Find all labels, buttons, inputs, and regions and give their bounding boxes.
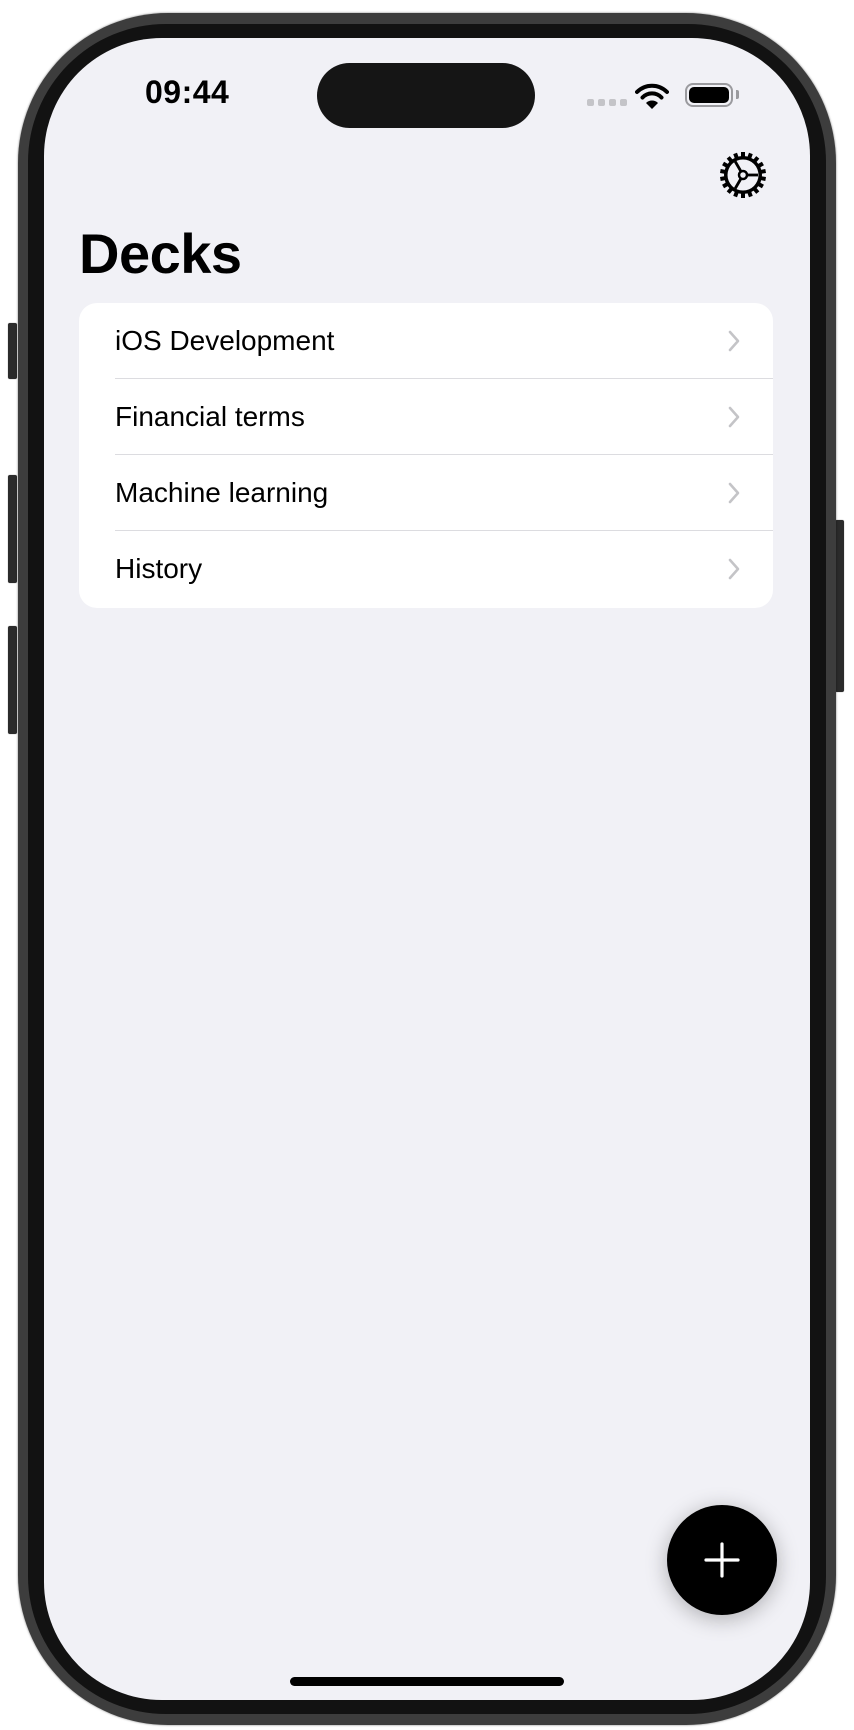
battery-level <box>689 87 729 103</box>
action-button <box>8 323 17 379</box>
deck-label: History <box>115 553 203 584</box>
add-deck-button[interactable] <box>667 1505 777 1615</box>
home-indicator[interactable] <box>290 1677 564 1686</box>
app-screen: 09:44 Decks iOS Development Financial te… <box>44 38 810 1700</box>
status-time: 09:44 <box>145 74 230 110</box>
chevron-right-icon <box>728 482 740 504</box>
deck-label: Machine learning <box>115 477 329 508</box>
deck-label: Financial terms <box>115 401 305 432</box>
deck-row-ios-development[interactable]: iOS Development <box>79 303 773 379</box>
deck-row-financial-terms[interactable]: Financial terms <box>79 379 773 455</box>
deck-row-machine-learning[interactable]: Machine learning <box>79 455 773 531</box>
chevron-right-icon <box>728 330 740 352</box>
plus-icon <box>704 1542 740 1578</box>
settings-button[interactable] <box>716 148 770 202</box>
deck-row-history[interactable]: History <box>79 531 773 607</box>
power-button <box>835 520 844 692</box>
battery-tip <box>736 90 739 99</box>
dynamic-island <box>317 63 535 128</box>
wifi-icon <box>635 83 669 109</box>
volume-up-button <box>8 475 17 583</box>
volume-down-button <box>8 626 17 734</box>
gear-icon <box>720 152 766 198</box>
deck-label: iOS Development <box>115 325 335 356</box>
battery-icon <box>685 83 733 107</box>
chevron-right-icon <box>728 406 740 428</box>
deck-list: iOS Development Financial terms Machine … <box>79 303 773 608</box>
chevron-right-icon <box>728 558 740 580</box>
cellular-signal-icon <box>587 99 627 106</box>
page-title: Decks <box>79 222 242 285</box>
